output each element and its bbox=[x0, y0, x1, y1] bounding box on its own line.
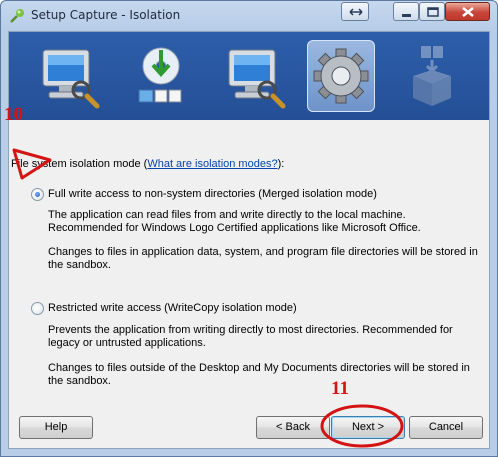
merged-description-line: Changes to files in application data, sy… bbox=[48, 246, 478, 258]
wizard-step-banner bbox=[9, 32, 489, 120]
writecopy-description-line: legacy or untrusted applications. bbox=[48, 337, 206, 349]
cancel-button[interactable]: Cancel bbox=[409, 416, 483, 439]
app-icon bbox=[10, 9, 24, 23]
step-computer-magnifier-icon bbox=[37, 40, 105, 112]
merged-description-line: The application can read files from and … bbox=[48, 209, 406, 221]
annotation-step-10: 10 bbox=[4, 104, 23, 125]
minimize-button[interactable] bbox=[393, 2, 419, 21]
step-gear-icon-active bbox=[307, 40, 375, 112]
writecopy-description-line: the sandbox. bbox=[48, 375, 111, 387]
back-button[interactable]: < Back bbox=[256, 416, 330, 439]
step-install-cd-icon bbox=[131, 40, 199, 112]
merged-isolation-radio[interactable] bbox=[31, 188, 44, 201]
maximize-icon bbox=[427, 7, 439, 17]
setup-capture-window: Setup Capture - Isolation File system is… bbox=[0, 0, 498, 457]
writecopy-description-line: Prevents the application from writing di… bbox=[48, 324, 453, 336]
close-icon bbox=[462, 7, 474, 17]
isolation-mode-label: File system isolation mode (What are iso… bbox=[11, 157, 284, 171]
step-package-icon bbox=[399, 40, 467, 112]
writecopy-isolation-radio[interactable] bbox=[31, 302, 44, 315]
wizard-client-area: File system isolation mode (What are iso… bbox=[8, 31, 490, 449]
merged-isolation-label[interactable]: Full write access to non-system director… bbox=[48, 187, 377, 201]
writecopy-isolation-label[interactable]: Restricted write access (WriteCopy isola… bbox=[48, 301, 297, 315]
swap-arrows-icon bbox=[349, 8, 363, 16]
annotation-step-11: 11 bbox=[331, 378, 349, 399]
merged-description-line: Recommended for Windows Logo Certified a… bbox=[48, 222, 421, 234]
restore-button[interactable] bbox=[341, 2, 369, 21]
label-suffix: ): bbox=[277, 158, 285, 170]
radio-selected-dot bbox=[35, 192, 40, 197]
next-button[interactable]: Next > bbox=[331, 416, 405, 439]
writecopy-description-line: Changes to files outside of the Desktop … bbox=[48, 362, 470, 374]
title-bar: Setup Capture - Isolation bbox=[1, 1, 497, 31]
label-prefix: File system isolation mode ( bbox=[11, 158, 148, 170]
minimize-icon bbox=[402, 14, 411, 17]
wizard-content: File system isolation mode (What are iso… bbox=[9, 120, 489, 448]
window-title: Setup Capture - Isolation bbox=[31, 8, 181, 22]
help-button[interactable]: Help bbox=[19, 416, 93, 439]
close-button[interactable] bbox=[445, 2, 490, 21]
step-computer-magnifier-icon-2 bbox=[223, 40, 291, 112]
maximize-button[interactable] bbox=[419, 2, 445, 21]
gear-icon bbox=[313, 48, 369, 104]
merged-description-line: the sandbox. bbox=[48, 259, 111, 271]
isolation-modes-help-link[interactable]: What are isolation modes? bbox=[147, 158, 277, 170]
